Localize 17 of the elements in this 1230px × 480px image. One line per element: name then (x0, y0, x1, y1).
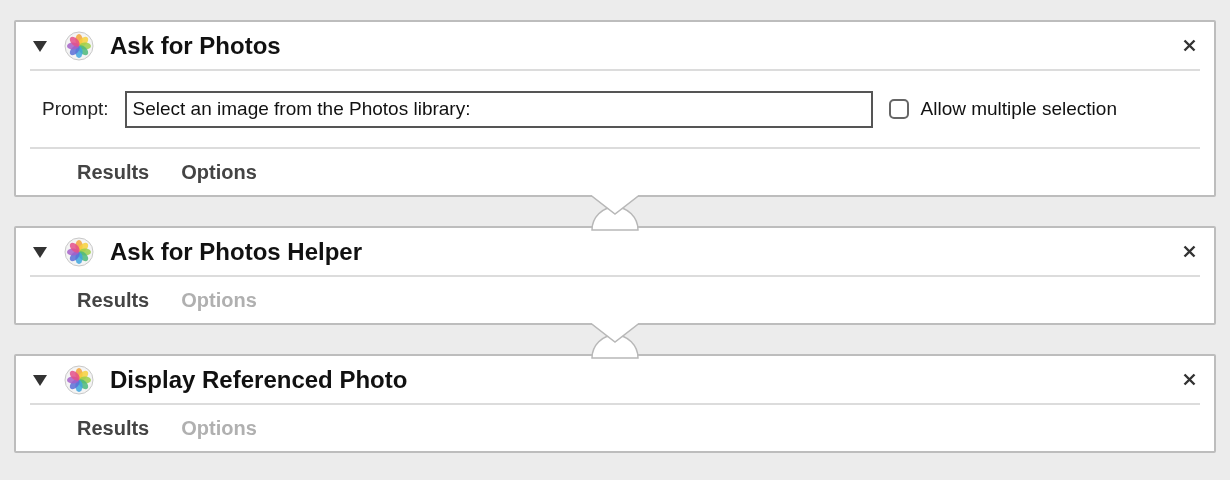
flower-icon (64, 236, 94, 267)
action-title: Ask for Photos (110, 31, 281, 60)
checkbox[interactable] (888, 99, 909, 119)
action-title: Ask for Photos Helper (110, 237, 363, 266)
flower-icon (64, 364, 94, 395)
prompt-field[interactable]: Select an image from the Photos library: (124, 90, 873, 128)
tab[interactable]: Results (77, 160, 150, 184)
prompt-label: Prompt: (42, 98, 109, 120)
checkbox-label[interactable]: Allow multiple selection (920, 98, 1117, 120)
close-icon (1183, 39, 1196, 52)
close-icon (1183, 373, 1196, 386)
close-icon (1183, 245, 1196, 258)
action-title: Display Referenced Photo (110, 365, 408, 394)
tab[interactable]: Options (181, 160, 257, 184)
tab[interactable]: Results (77, 288, 150, 312)
tab[interactable]: Results (77, 416, 150, 440)
flower-icon (64, 30, 94, 61)
